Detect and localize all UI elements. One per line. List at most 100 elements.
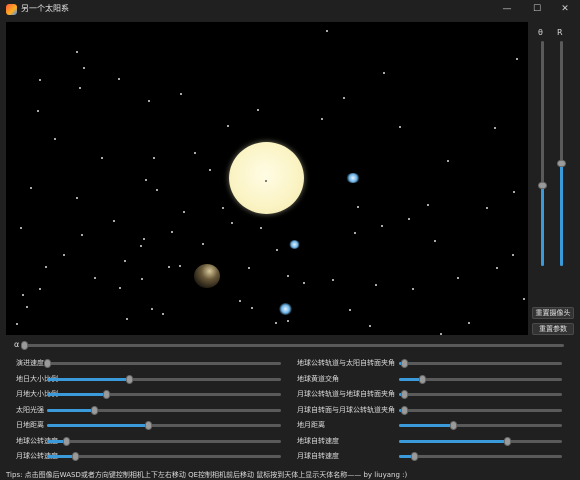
theta-label: θ [538, 28, 543, 37]
star [412, 288, 414, 290]
left-slider-fill [47, 408, 94, 412]
star [22, 294, 24, 296]
left-slider-handle[interactable] [90, 405, 98, 415]
star [321, 118, 323, 120]
right-slider-handle[interactable] [410, 452, 418, 461]
right-slider-label: 地球自转速度 [297, 436, 339, 445]
star [37, 110, 39, 112]
planet[interactable] [279, 303, 292, 315]
star [63, 254, 65, 256]
star [276, 249, 278, 251]
star [143, 238, 145, 240]
star [180, 93, 182, 95]
right-slider-track[interactable] [399, 362, 562, 365]
3d-viewport[interactable] [6, 22, 528, 335]
sun[interactable] [229, 142, 304, 214]
left-slider-handle[interactable] [125, 374, 133, 384]
star [209, 169, 211, 171]
star [399, 126, 401, 128]
right-slider-handle[interactable] [400, 359, 408, 368]
right-slider-fill [399, 439, 507, 443]
left-slider-track[interactable] [47, 377, 281, 381]
right-slider-label: 地球公转轨道与太阳自转面夹角 [297, 359, 395, 367]
star [183, 211, 185, 213]
theta-slider-handle[interactable] [538, 182, 547, 189]
right-slider-row: 月球公转轨道与地球自转面夹角 [297, 388, 562, 400]
star [349, 309, 351, 311]
star [156, 189, 158, 191]
left-slider-row: 月地大小比例 [16, 388, 281, 400]
right-slider-track[interactable] [399, 393, 562, 396]
reset-params-button[interactable]: 重置参数 [532, 323, 574, 335]
radius-slider-track[interactable] [560, 41, 563, 266]
star [126, 318, 128, 320]
star [513, 191, 515, 193]
star [440, 333, 442, 335]
left-slider-track[interactable] [47, 424, 281, 427]
earth[interactable] [194, 264, 220, 288]
star [30, 187, 32, 189]
right-slider-handle[interactable] [503, 436, 511, 446]
radius-slider-handle[interactable] [557, 159, 566, 167]
star [248, 267, 250, 269]
right-slider-label: 月球公转轨道与地球自转面夹角 [297, 390, 395, 398]
window-title: 另一个太阳系 [21, 4, 69, 13]
left-slider-track[interactable] [47, 439, 281, 443]
star [124, 260, 126, 262]
alpha-slider-track[interactable] [24, 344, 564, 347]
planet[interactable] [346, 173, 360, 183]
star [303, 282, 305, 284]
left-slider-track[interactable] [47, 362, 281, 365]
star [326, 30, 328, 32]
star [512, 254, 514, 256]
star [153, 157, 155, 159]
theta-slider-fill [541, 185, 544, 266]
left-slider-handle[interactable] [44, 359, 51, 368]
left-slider-label: 太阳光强 [16, 405, 44, 414]
star [275, 322, 277, 324]
right-slider-row: 地月距离 [297, 419, 562, 431]
radius-label: R [557, 28, 563, 37]
planet[interactable] [289, 240, 300, 249]
right-slider-track[interactable] [399, 455, 562, 458]
left-slider-row: 太阳光强 [16, 404, 281, 416]
star [16, 323, 18, 325]
left-slider-track[interactable] [47, 393, 281, 396]
right-slider-track[interactable] [399, 408, 562, 412]
right-slider-handle[interactable] [400, 405, 408, 415]
right-slider-handle[interactable] [400, 390, 408, 399]
right-slider-track[interactable] [399, 424, 562, 427]
star [145, 179, 147, 181]
right-slider-handle[interactable] [449, 421, 457, 430]
left-slider-handle[interactable] [72, 452, 80, 461]
star [231, 222, 233, 224]
right-slider-handle[interactable] [418, 374, 426, 384]
reset-camera-button[interactable]: 重置摄像头 [532, 307, 574, 319]
star [357, 206, 359, 208]
star [148, 100, 150, 102]
star [332, 279, 334, 281]
star [260, 227, 262, 229]
alpha-slider[interactable] [0, 339, 580, 351]
left-slider-handle[interactable] [62, 436, 70, 446]
left-slider-fill [47, 455, 76, 458]
star [81, 234, 83, 236]
maximize-button[interactable]: ☐ [522, 0, 552, 19]
minimize-button[interactable]: — [492, 0, 522, 19]
star [179, 265, 181, 267]
star [83, 67, 85, 69]
left-slider-fill [47, 424, 148, 427]
left-slider-track[interactable] [47, 455, 281, 458]
star [151, 308, 153, 310]
left-slider-handle[interactable] [144, 421, 152, 430]
star [427, 204, 429, 206]
left-slider-handle[interactable] [102, 390, 110, 399]
left-slider-track[interactable] [47, 408, 281, 412]
left-slider-label: 演进速度 [16, 359, 44, 367]
theta-slider-track[interactable] [541, 41, 544, 266]
close-button[interactable]: ✕ [550, 0, 580, 19]
right-slider-track[interactable] [399, 439, 562, 443]
alpha-slider-handle[interactable] [21, 341, 28, 350]
star [434, 240, 436, 242]
app-icon [6, 4, 17, 15]
